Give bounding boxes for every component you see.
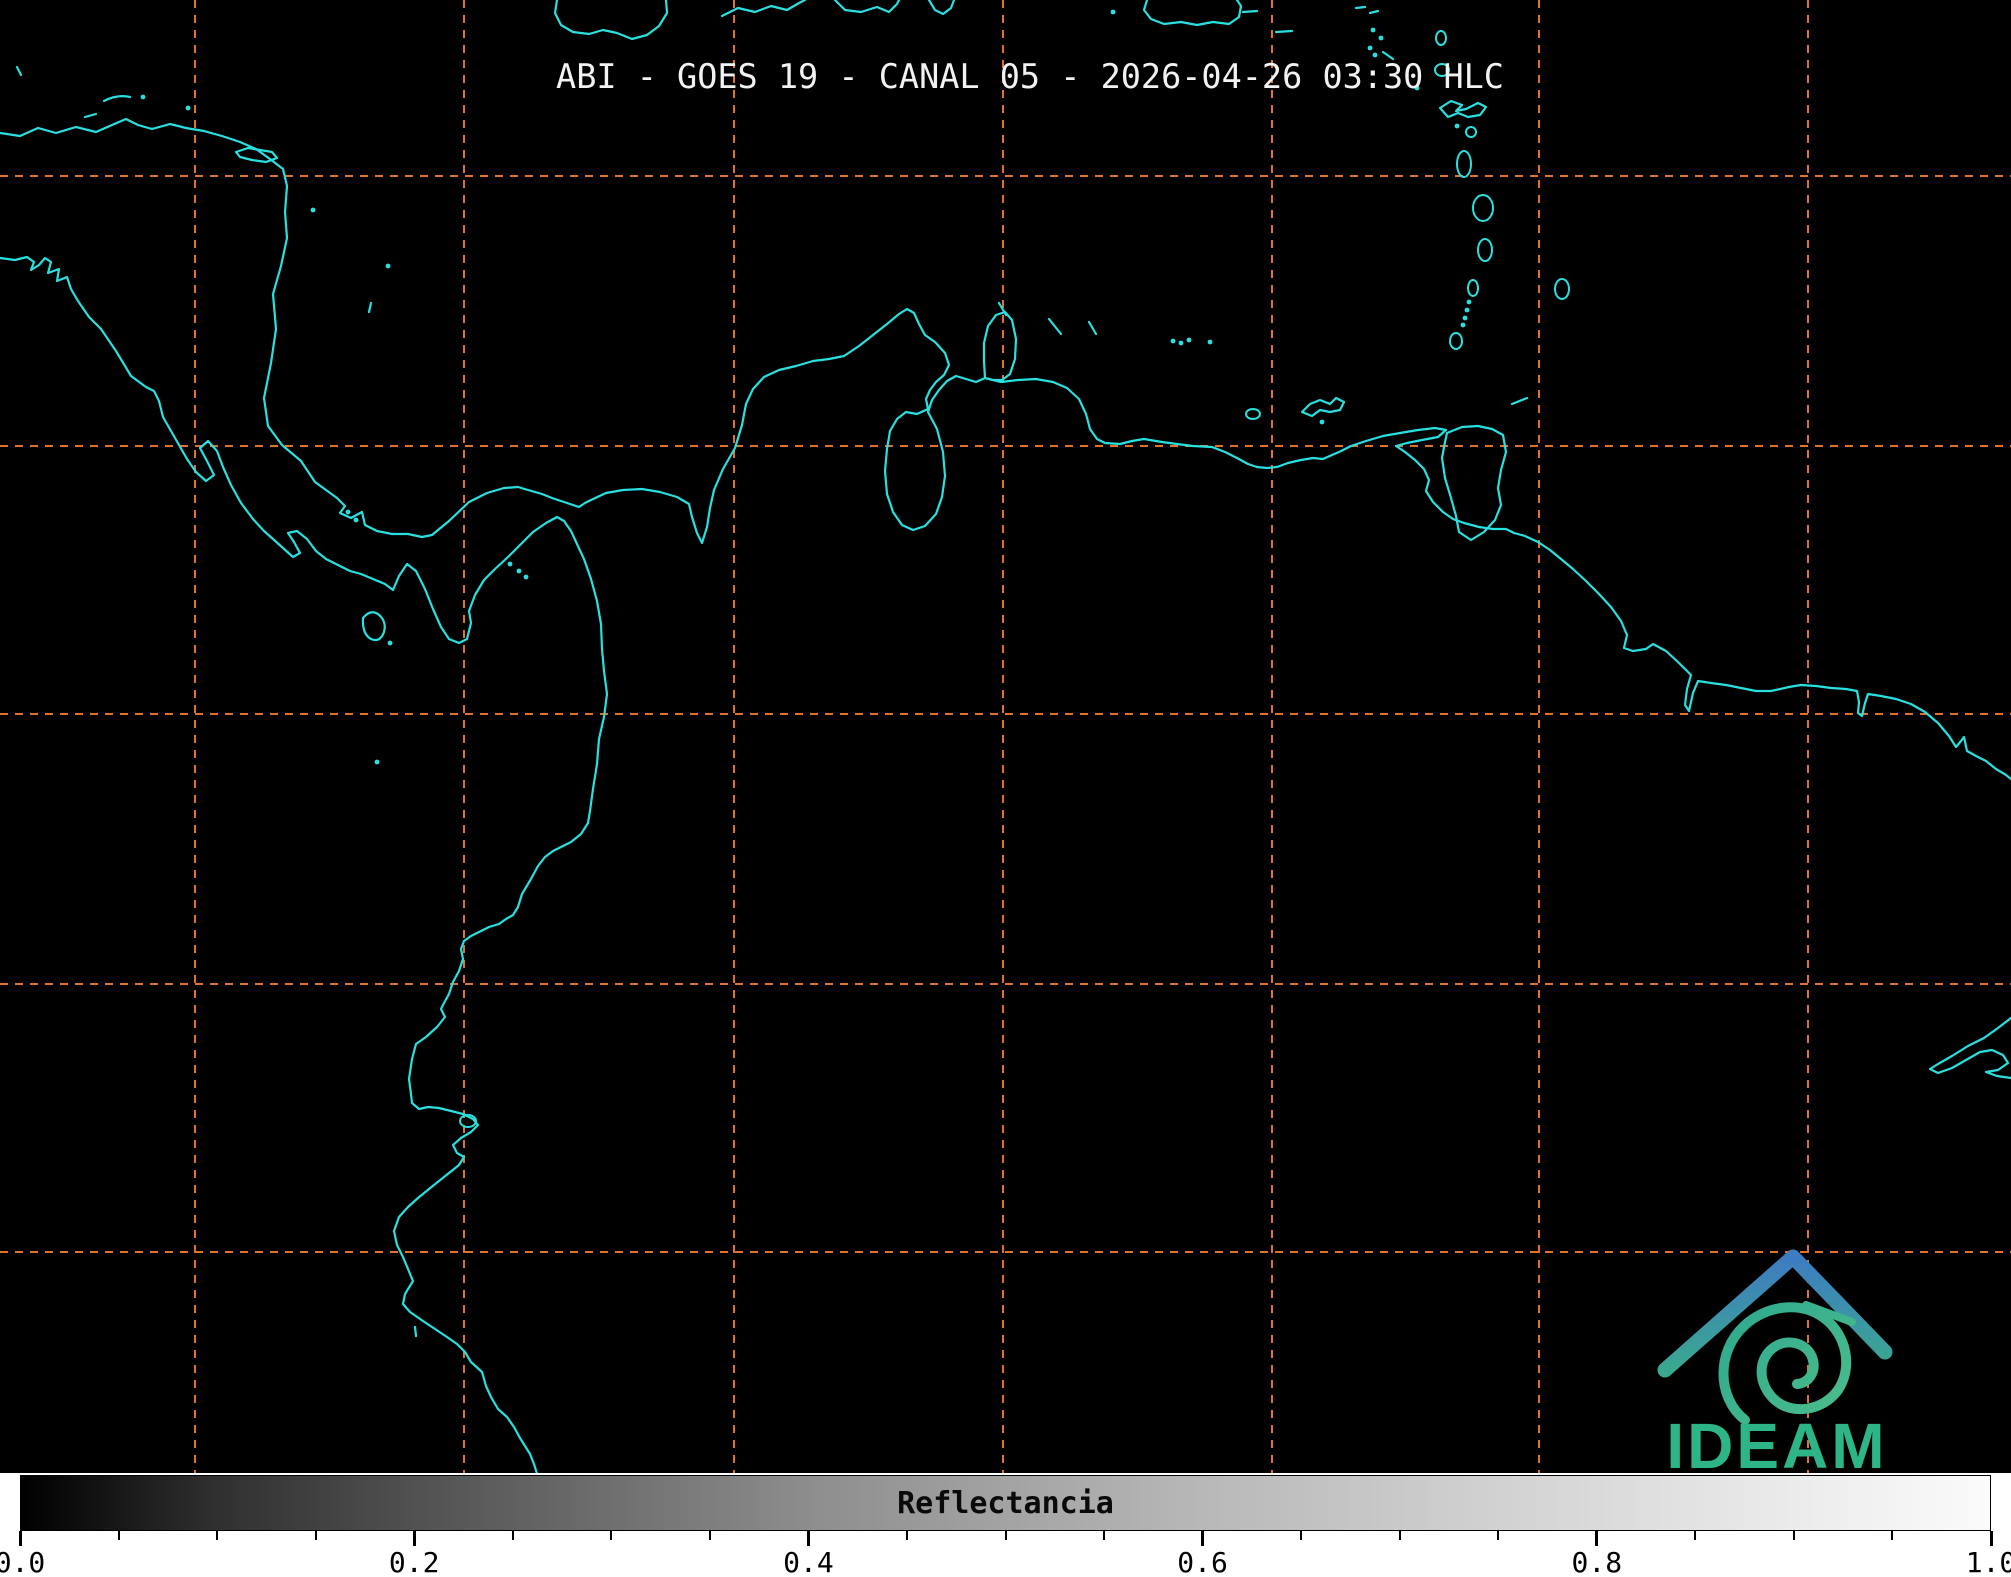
- coastline-guadeloupe: [1438, 99, 1488, 119]
- minor-tick: [216, 1531, 219, 1540]
- coastline-puerto-rico: [1142, 0, 1243, 27]
- coastline-hispaniola-south-coast: [720, 0, 956, 18]
- islet-dot: [1319, 419, 1325, 425]
- islet-dot: [523, 574, 529, 580]
- islet-dot: [1178, 340, 1184, 346]
- colorbar-tick-label: 0.6: [1177, 1546, 1228, 1577]
- reflectance-colorbar: Reflectancia: [20, 1475, 1991, 1531]
- colorbar-tick-label: 0.0: [0, 1546, 46, 1577]
- islet-dot: [1462, 315, 1468, 321]
- minor-tick: [511, 1531, 514, 1540]
- minor-tick: [905, 1531, 908, 1540]
- minor-tick: [610, 1531, 613, 1540]
- major-tick: [1201, 1531, 1205, 1546]
- island-martinique: [1472, 194, 1494, 222]
- colorbar-tick-label: 0.2: [388, 1546, 440, 1577]
- major-tick: [1989, 1531, 1993, 1546]
- colorbar-label: Reflectancia: [897, 1485, 1114, 1521]
- island-barbados: [1554, 278, 1570, 300]
- islet-dot: [140, 94, 146, 100]
- colorbar-tick-label: 0.8: [1571, 1546, 1623, 1577]
- minor-tick: [1891, 1531, 1894, 1540]
- islet-dot: [374, 759, 380, 765]
- islet-dot: [1460, 322, 1466, 328]
- minor-tick: [1694, 1531, 1697, 1540]
- islet-dot: [353, 517, 359, 523]
- islet-dot: [1186, 337, 1192, 343]
- coastline-amazon-mouth: [1928, 1016, 2011, 1080]
- satellite-image-viewer: ABI - GOES 19 - CANAL 05 - 2026-04-26 03…: [0, 0, 2011, 1577]
- islet-dot: [507, 561, 513, 567]
- islet-dot: [385, 263, 391, 269]
- minor-tick: [1792, 1531, 1795, 1540]
- minor-tick: [1398, 1531, 1401, 1540]
- coastline-trinidad: [1440, 424, 1508, 542]
- coastline-belize-fragment: [15, 65, 23, 77]
- islet-dot: [310, 207, 316, 213]
- coastline-island-dashes: [367, 5, 1529, 1338]
- coastline-gridline-canvas: [0, 0, 2011, 1473]
- minor-tick: [1300, 1531, 1303, 1540]
- island-barbuda: [1435, 30, 1447, 46]
- islet-dot: [1110, 9, 1116, 15]
- minor-tick: [1497, 1531, 1500, 1540]
- colorbar-tick-label: 1.0: [1965, 1546, 2011, 1577]
- minor-tick: [1103, 1531, 1106, 1540]
- islet-dot: [1378, 35, 1384, 41]
- islet-dot: [345, 509, 351, 515]
- islet-dot: [516, 568, 522, 574]
- coastline-margarita: [1300, 396, 1346, 418]
- minor-tick: [708, 1531, 711, 1540]
- coastline-pacific-coast: [0, 255, 609, 1473]
- islet-dot: [1170, 338, 1176, 344]
- island-marie-galante: [1465, 126, 1477, 138]
- island-st-lucia: [1477, 238, 1493, 262]
- minor-tick: [314, 1531, 317, 1540]
- coastline-caribbean-mainland-coast: [0, 117, 2011, 781]
- islet-dot: [1466, 299, 1472, 305]
- major-tick: [806, 1531, 810, 1546]
- coastline-bay-islands: [83, 95, 132, 119]
- islet-dot: [387, 640, 393, 646]
- island-dominica: [1456, 150, 1472, 178]
- colorbar-tick-label: 0.4: [783, 1546, 834, 1577]
- major-tick: [412, 1531, 416, 1546]
- major-tick: [1595, 1531, 1599, 1546]
- coastline-jamaica: [553, 0, 669, 41]
- coastline-caratasca-lagoon: [234, 146, 279, 164]
- satellite-map: ABI - GOES 19 - CANAL 05 - 2026-04-26 03…: [0, 0, 2011, 1473]
- islet-dot: [1454, 123, 1460, 129]
- minor-tick: [117, 1531, 120, 1540]
- island-grenada: [1449, 332, 1463, 350]
- coastline-coiba-island: [361, 611, 386, 642]
- islet-dot: [1370, 27, 1376, 33]
- major-tick: [18, 1531, 22, 1546]
- islet-dot: [1207, 339, 1213, 345]
- islet-dot: [185, 105, 191, 111]
- islet-dot: [1367, 45, 1373, 51]
- minor-tick: [1004, 1531, 1007, 1540]
- island-st-vincent: [1467, 279, 1479, 297]
- islet-dot: [1464, 307, 1470, 313]
- island-la-tortuga: [1245, 408, 1261, 420]
- image-title: ABI - GOES 19 - CANAL 05 - 2026-04-26 03…: [556, 57, 1504, 96]
